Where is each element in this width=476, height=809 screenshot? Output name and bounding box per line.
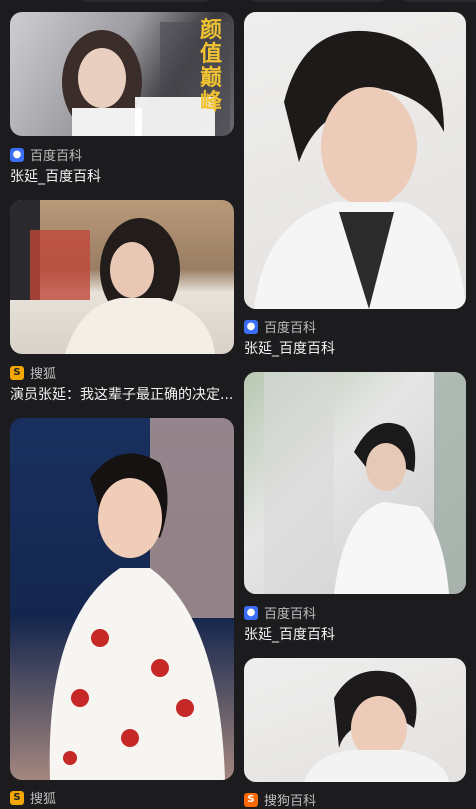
source-label: 百度百科 — [264, 321, 317, 336]
result-source: ● 百度百科 — [244, 603, 316, 622]
filter-chip[interactable] — [402, 0, 476, 2]
portrait-illustration — [304, 670, 449, 782]
portrait-illustration — [10, 200, 215, 354]
filter-chip[interactable] — [80, 0, 210, 2]
result-image[interactable] — [244, 372, 466, 594]
result-source: S 搜狐 — [10, 363, 56, 382]
source-label: 百度百科 — [264, 607, 317, 622]
portrait-illustration — [49, 418, 234, 780]
source-label: 百度百科 — [30, 149, 83, 164]
baidu-paw-icon: ● — [10, 147, 24, 162]
result-title[interactable]: 演员张延：我这辈子最正确的决定... — [10, 384, 234, 404]
result-image[interactable] — [10, 200, 234, 354]
sohu-s-icon: S — [10, 365, 24, 380]
source-label: 搜狐 — [30, 792, 57, 807]
sohu-s-icon: S — [10, 790, 24, 805]
source-label: 搜狐 — [30, 367, 57, 382]
result-image[interactable] — [244, 658, 466, 782]
filter-chip[interactable] — [250, 0, 385, 2]
result-image[interactable]: 颜值巅峰 — [10, 12, 234, 136]
portrait-illustration — [264, 372, 466, 594]
result-image[interactable] — [244, 12, 466, 309]
result-source: ● 百度百科 — [244, 317, 316, 336]
result-title[interactable]: 张延_百度百科 — [244, 338, 466, 358]
baidu-paw-icon: ● — [244, 319, 258, 334]
overlay-text: 颜值巅峰 — [200, 17, 223, 115]
result-source: ● 百度百科 — [10, 145, 82, 164]
result-image[interactable] — [10, 418, 234, 780]
portrait-illustration — [254, 30, 466, 309]
baidu-paw-icon: ● — [244, 605, 258, 620]
result-source: S 搜狐 — [10, 788, 56, 807]
result-title[interactable]: 张延_百度百科 — [244, 624, 466, 644]
result-title[interactable]: 张延_百度百科 — [10, 166, 234, 186]
